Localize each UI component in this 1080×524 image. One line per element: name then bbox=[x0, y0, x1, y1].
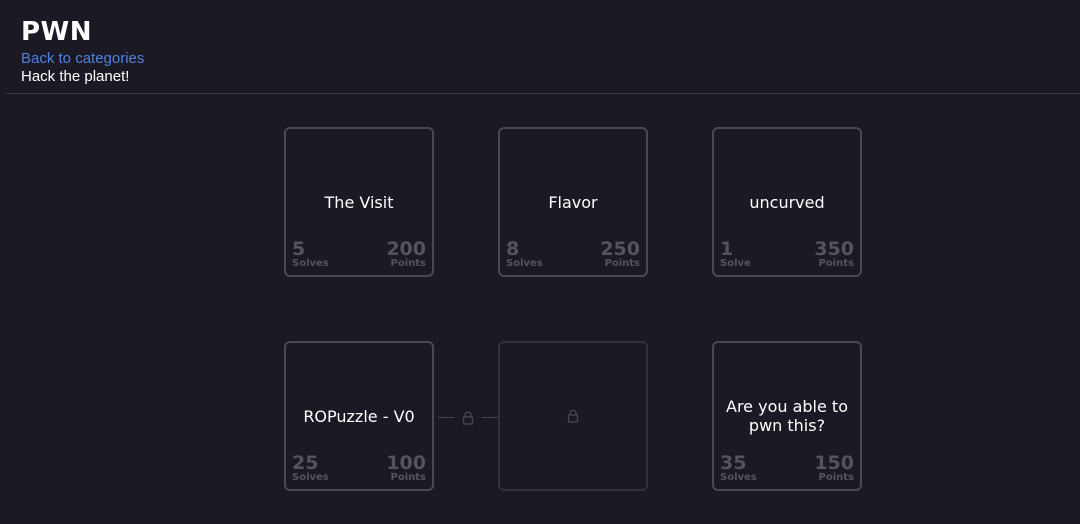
points-count: 250 Points bbox=[600, 238, 640, 270]
points-value: 200 bbox=[386, 238, 426, 260]
unlock-connector-line bbox=[482, 417, 498, 418]
challenge-card-ropuzzle-v0[interactable]: ROPuzzle - V0 25 Solves 100 Points bbox=[284, 341, 434, 491]
challenge-card-flavor[interactable]: Flavor 8 Solves 250 Points bbox=[498, 127, 648, 277]
lock-icon bbox=[500, 343, 646, 489]
solves-count: 5 Solves bbox=[292, 238, 329, 270]
solves-label: Solves bbox=[292, 258, 329, 269]
points-count: 150 Points bbox=[814, 452, 854, 484]
page-title: PWN bbox=[21, 17, 92, 47]
lock-icon bbox=[461, 410, 475, 429]
header-divider bbox=[6, 93, 1080, 94]
solves-count: 25 Solves bbox=[292, 452, 329, 484]
locked-challenge-card bbox=[498, 341, 648, 491]
challenge-card-are-you-able-to-pwn-this[interactable]: Are you able to pwn this? 35 Solves 150 … bbox=[712, 341, 862, 491]
challenge-card-the-visit[interactable]: The Visit 5 Solves 200 Points bbox=[284, 127, 434, 277]
category-description: Hack the planet! bbox=[21, 68, 130, 85]
points-value: 100 bbox=[386, 452, 426, 474]
solves-count: 35 Solves bbox=[720, 452, 757, 484]
solves-label: Solves bbox=[720, 472, 757, 483]
solves-value: 5 bbox=[292, 238, 306, 260]
solves-label: Solves bbox=[506, 258, 543, 269]
points-count: 200 Points bbox=[386, 238, 426, 270]
solves-value: 1 bbox=[720, 238, 734, 260]
points-label: Points bbox=[604, 258, 640, 269]
solves-label: Solve bbox=[720, 258, 751, 269]
solves-value: 25 bbox=[292, 452, 319, 474]
points-count: 350 Points bbox=[814, 238, 854, 270]
solves-label: Solves bbox=[292, 472, 329, 483]
points-label: Points bbox=[390, 472, 426, 483]
points-count: 100 Points bbox=[386, 452, 426, 484]
points-label: Points bbox=[818, 472, 854, 483]
back-to-categories-link[interactable]: Back to categories bbox=[21, 50, 144, 68]
points-value: 250 bbox=[600, 238, 640, 260]
challenge-card-uncurved[interactable]: uncurved 1 Solve 350 Points bbox=[712, 127, 862, 277]
points-label: Points bbox=[390, 258, 426, 269]
unlock-connector-line bbox=[438, 417, 454, 418]
solves-value: 35 bbox=[720, 452, 747, 474]
solves-value: 8 bbox=[506, 238, 520, 260]
points-label: Points bbox=[818, 258, 854, 269]
points-value: 150 bbox=[814, 452, 854, 474]
page-header: PWN Back to categories Hack the planet! bbox=[21, 16, 144, 86]
points-value: 350 bbox=[814, 238, 854, 260]
solves-count: 8 Solves bbox=[506, 238, 543, 270]
solves-count: 1 Solve bbox=[720, 238, 751, 270]
